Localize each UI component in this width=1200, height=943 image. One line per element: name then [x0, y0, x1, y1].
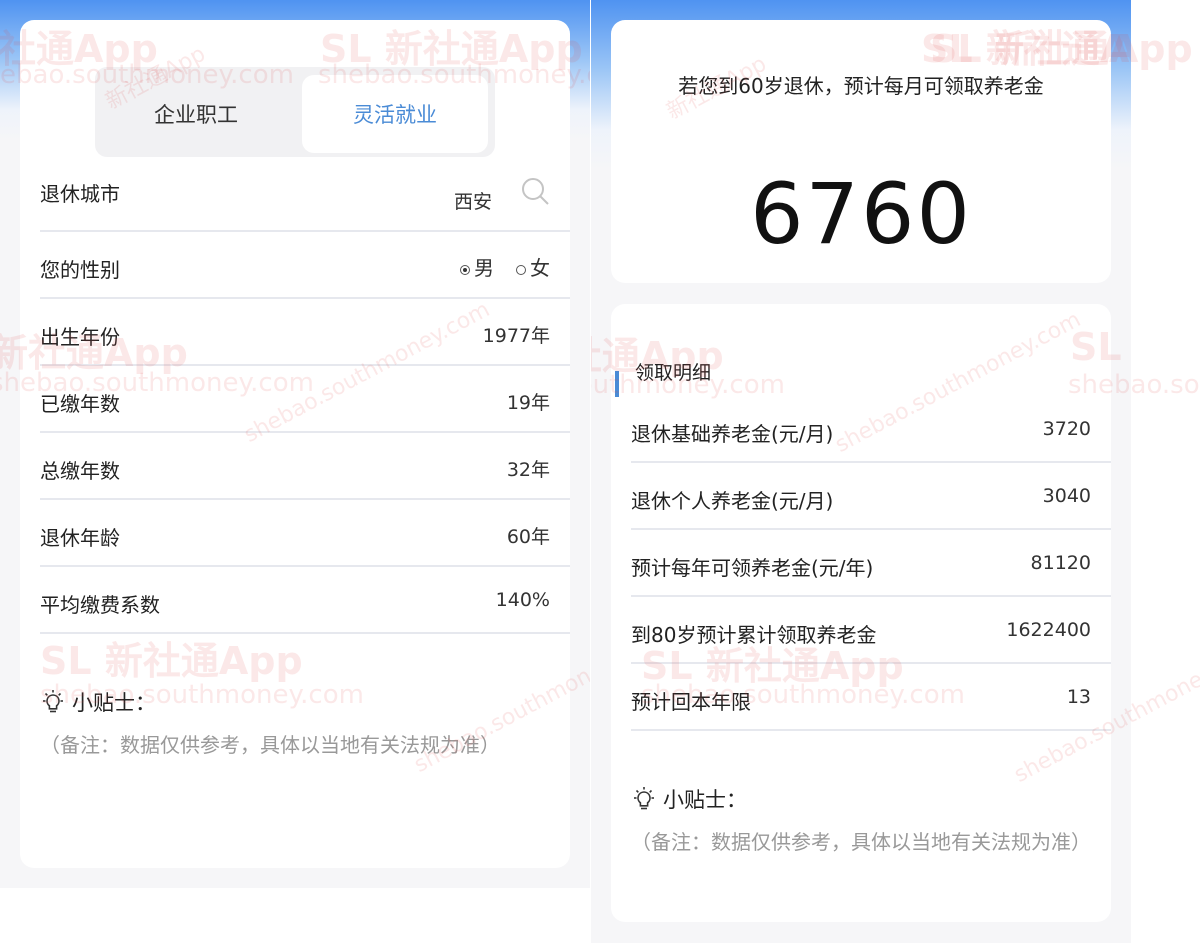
pension-hint: 若您到60岁退休，预计每月可领取养老金 [678, 74, 1044, 98]
tips-title: 小贴士： [663, 788, 747, 812]
gender-female-label: 女 [530, 256, 550, 280]
detail-row: 预计回本年限 13 [631, 664, 1111, 731]
detail-label: 预计每年可领养老金(元/年) [631, 556, 874, 580]
retire-age-value[interactable]: 60年 [507, 522, 550, 549]
birth-year-value[interactable]: 1977年 [483, 321, 550, 348]
form-row-total-years[interactable]: 总缴年数 32年 [40, 433, 570, 500]
detail-label: 退休基础养老金(元/月) [631, 422, 834, 446]
form-row-city[interactable]: 退休城市 西安 [40, 160, 570, 232]
form-card: 企业职工 灵活就业 退休城市 西安 您的性别 男 女 出生年份 1977年 已缴… [20, 20, 570, 868]
radio-unchecked-icon [516, 264, 526, 275]
detail-value: 3720 [1042, 418, 1091, 440]
detail-value: 3040 [1042, 485, 1091, 507]
detail-label: 预计回本年限 [631, 690, 751, 714]
total-years-label: 总缴年数 [40, 459, 120, 483]
detail-value: 81120 [1030, 552, 1091, 574]
form-row-birth-year[interactable]: 出生年份 1977年 [40, 299, 570, 366]
paid-years-value[interactable]: 19年 [507, 388, 550, 415]
lightbulb-icon [43, 690, 63, 713]
detail-section-title: 领取明细 [635, 362, 712, 384]
detail-row: 退休基础养老金(元/月) 3720 [631, 396, 1111, 463]
gender-radio-female[interactable]: 女 [516, 252, 550, 281]
avg-coefficient-value[interactable]: 140% [496, 589, 550, 611]
result-panel: 若您到60岁退休，预计每月可领取养老金 6760 领取明细 退休基础养老金(元/… [591, 0, 1131, 943]
detail-label: 退休个人养老金(元/月) [631, 489, 834, 513]
calculator-form-panel: 企业职工 灵活就业 退休城市 西安 您的性别 男 女 出生年份 1977年 已缴… [0, 0, 590, 888]
tab-flexible-employment[interactable]: 灵活就业 [302, 75, 488, 153]
form-row-avg-coefficient[interactable]: 平均缴费系数 140% [40, 567, 570, 634]
detail-value: 13 [1066, 686, 1091, 708]
pension-detail-card: 领取明细 退休基础养老金(元/月) 3720 退休个人养老金(元/月) 3040… [611, 304, 1111, 922]
tips-note: （备注：数据仅供参考，具体以当地有关法规为准） [631, 830, 1091, 854]
city-value[interactable]: 西安 [454, 187, 492, 214]
detail-value: 1622400 [1006, 619, 1091, 641]
pension-summary-card: 若您到60岁退休，预计每月可领取养老金 6760 [611, 20, 1111, 283]
detail-row: 到80岁预计累计领取养老金 1622400 [631, 597, 1111, 664]
paid-years-label: 已缴年数 [40, 392, 120, 416]
birth-year-label: 出生年份 [40, 325, 120, 349]
tips-note: （备注：数据仅供参考，具体以当地有关法规为准） [40, 733, 500, 757]
lightbulb-icon [634, 787, 654, 810]
tips-heading: 小贴士： [40, 687, 156, 717]
retire-age-label: 退休年龄 [40, 526, 120, 550]
total-years-value[interactable]: 32年 [507, 455, 550, 482]
detail-row: 预计每年可领养老金(元/年) 81120 [631, 530, 1111, 597]
detail-row: 退休个人养老金(元/月) 3040 [631, 463, 1111, 530]
employment-type-tabs: 企业职工 灵活就业 [95, 67, 495, 157]
avg-coefficient-label: 平均缴费系数 [40, 593, 160, 617]
gender-male-label: 男 [474, 256, 494, 280]
tips-heading: 小贴士： [631, 784, 747, 814]
radio-checked-icon [460, 264, 470, 275]
monthly-pension-value: 6760 [750, 165, 972, 263]
form-row-paid-years[interactable]: 已缴年数 19年 [40, 366, 570, 433]
search-icon[interactable] [520, 176, 550, 206]
detail-label: 到80岁预计累计领取养老金 [631, 623, 877, 647]
gender-radio-male[interactable]: 男 [460, 252, 494, 281]
tips-title: 小贴士： [72, 691, 156, 715]
gender-label: 您的性别 [40, 258, 120, 282]
form-row-retire-age[interactable]: 退休年龄 60年 [40, 500, 570, 567]
section-accent-bar [615, 371, 619, 397]
tab-enterprise-employee[interactable]: 企业职工 [103, 75, 289, 153]
gender-radio-group: 男 女 [460, 252, 550, 281]
city-label: 退休城市 [40, 182, 120, 206]
